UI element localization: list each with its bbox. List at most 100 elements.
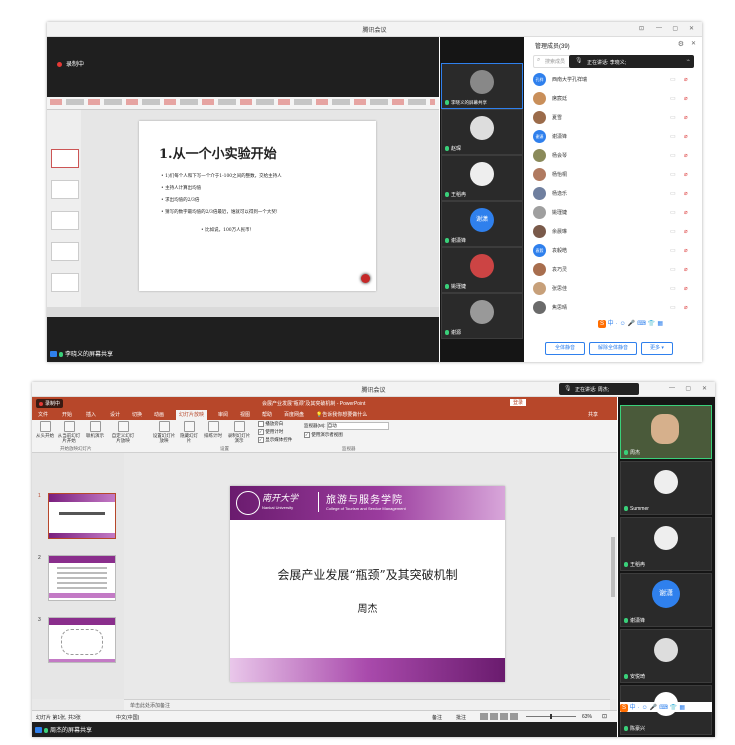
close-icon[interactable]: ✕ [691,40,696,47]
video-tile[interactable]: 李晓义的屏幕共享 [441,63,523,109]
slide-thumbnail[interactable] [51,211,79,230]
online-present-button[interactable]: 联机演示 [84,421,106,438]
member-row[interactable]: 席宸廷 ▭ ⌀ [525,90,702,107]
more-button[interactable]: 更多 ▾ [641,342,673,355]
camera-off-icon[interactable]: ▭ [670,76,677,83]
vertical-scrollbar[interactable] [610,453,616,699]
tell-me-input[interactable]: 💡告诉我你想要做什么 [316,411,367,418]
pin-icon[interactable]: ⊡ [639,25,644,32]
mic-muted-icon[interactable]: ⌀ [684,285,690,292]
member-row[interactable]: 杨逸乐 ▭ ⌀ [525,185,702,202]
mic-muted-icon[interactable]: ⌀ [684,228,690,235]
mic-muted-icon[interactable]: ⌀ [684,76,690,83]
checkbox-media[interactable]: ✓ 显示媒体控件 [258,437,292,443]
gear-icon[interactable]: ⚙ [678,40,684,48]
mic-muted-icon[interactable]: ⌀ [684,114,690,121]
slide-thumbnail[interactable] [51,242,79,261]
tab-home[interactable]: 开始 [62,411,72,418]
video-tile[interactable]: 谢潇 谢潇锋 [620,573,712,627]
camera-off-icon[interactable]: ▭ [670,133,677,140]
unmute-all-button[interactable]: 解除全体静音 [589,342,637,355]
video-tile[interactable]: 王稻冉 [620,517,712,571]
member-row[interactable]: 杨会琴 ▭ ⌀ [525,147,702,164]
slide-thumbnail[interactable] [48,617,116,663]
comments-toggle[interactable]: 批注 [456,714,466,721]
tab-animations[interactable]: 动画 [154,411,164,418]
record-show-button[interactable]: 录制幻灯片演示 [226,421,252,443]
camera-off-icon[interactable]: ▭ [670,190,677,197]
tab-file[interactable]: 文件 [38,411,48,418]
camera-off-icon[interactable]: ▭ [670,304,677,311]
tab-view[interactable]: 视图 [240,411,250,418]
setup-show-button[interactable]: 设置幻灯片放映 [152,421,176,443]
video-tile[interactable]: 赵琛 [441,109,523,155]
member-row[interactable]: 姚瑾婕 ▭ ⌀ [525,204,702,221]
camera-off-icon[interactable]: ▭ [670,95,677,102]
member-row[interactable]: 张思佳 ▭ ⌀ [525,280,702,297]
share-button[interactable]: 共享 [588,411,598,418]
close-icon[interactable]: ✕ [689,25,694,32]
checkbox-timings[interactable]: ✓ 使用计时 [258,429,283,435]
camera-off-icon[interactable]: ▭ [670,152,677,159]
mic-muted-icon[interactable]: ⌀ [684,133,690,140]
from-current-button[interactable]: 从当前幻灯片开始 [57,421,81,443]
close-icon[interactable]: ✕ [702,385,707,392]
camera-off-icon[interactable]: ▭ [670,247,677,254]
mic-muted-icon[interactable]: ⌀ [684,266,690,273]
member-row[interactable]: 余晨琳 ▭ ⌀ [525,223,702,240]
zoom-thumb[interactable] [550,714,552,719]
minimize-icon[interactable]: — [656,25,662,31]
slide-thumbnail[interactable] [48,493,116,539]
mic-muted-icon[interactable]: ⌀ [684,95,690,102]
slide-thumbnail[interactable] [51,273,79,292]
mute-all-button[interactable]: 全体静音 [545,342,585,355]
tab-design[interactable]: 设计 [110,411,120,418]
login-button[interactable]: 登录 [510,399,527,406]
mic-muted-icon[interactable]: ⌀ [684,152,690,159]
member-row[interactable]: 谢潇 谢潇锋 ▭ ⌀ [525,128,702,145]
checkbox-presenter-view[interactable]: ✓ 使用演示者视图 [304,432,343,438]
member-row[interactable]: 袁巧灵 ▭ ⌀ [525,261,702,278]
camera-off-icon[interactable]: ▭ [670,114,677,121]
tab-review[interactable]: 审阅 [218,411,228,418]
tab-transitions[interactable]: 切换 [132,411,142,418]
custom-show-button[interactable]: 自定义幻灯片放映 [110,421,136,443]
slide-thumbnail[interactable] [51,180,79,199]
tab-baidu[interactable]: 百度网盘 [284,411,304,418]
hide-slide-button[interactable]: 隐藏幻灯片 [178,421,200,443]
member-row[interactable]: 杨怡桐 ▭ ⌀ [525,166,702,183]
fit-slide-icon[interactable]: ⊡ [602,713,607,720]
maximize-icon[interactable]: ▢ [685,385,691,392]
camera-off-icon[interactable]: ▭ [670,171,677,178]
video-tile[interactable]: 谢潇 谢潇锋 [441,201,523,247]
member-row[interactable]: 夏雪 ▭ ⌀ [525,109,702,126]
video-tile[interactable]: 安悦琦 [620,629,712,683]
slide-thumbnail[interactable] [48,555,116,601]
camera-off-icon[interactable]: ▭ [670,209,677,216]
tab-help[interactable]: 帮助 [262,411,272,418]
checkbox-narration[interactable]: 播放旁白 [258,421,283,427]
from-beginning-button[interactable]: 从头开始 [34,421,56,438]
mic-muted-icon[interactable]: ⌀ [684,171,690,178]
member-row[interactable]: 孔祥 西南大学孔祥瑞 ▭ ⌀ [525,71,702,88]
minimize-icon[interactable]: — [669,385,675,391]
camera-off-icon[interactable]: ▭ [670,285,677,292]
video-tile[interactable]: 谢源 [441,293,523,339]
monitor-select[interactable]: 监视器(M): 自动 [304,422,389,430]
rehearse-button[interactable]: 排练计时 [202,421,224,438]
notes-toggle[interactable]: 备注 [432,714,442,721]
mic-muted-icon[interactable]: ⌀ [684,209,690,216]
mic-muted-icon[interactable]: ⌀ [684,247,690,254]
video-tile[interactable]: 姚瑾婕 [441,247,523,293]
video-tile[interactable]: Summer [620,461,712,515]
maximize-icon[interactable]: ▢ [672,25,678,32]
mic-muted-icon[interactable]: ⌀ [684,190,690,197]
slide-thumbnail[interactable] [51,149,79,168]
tab-insert[interactable]: 插入 [86,411,96,418]
video-tile[interactable]: 周杰 [620,405,712,459]
notes-pane[interactable]: 单击此处添加备注 [124,699,610,710]
view-buttons[interactable] [480,713,520,720]
mic-muted-icon[interactable]: ⌀ [684,304,690,311]
video-tile[interactable]: 王稻冉 [441,155,523,201]
camera-off-icon[interactable]: ▭ [670,266,677,273]
